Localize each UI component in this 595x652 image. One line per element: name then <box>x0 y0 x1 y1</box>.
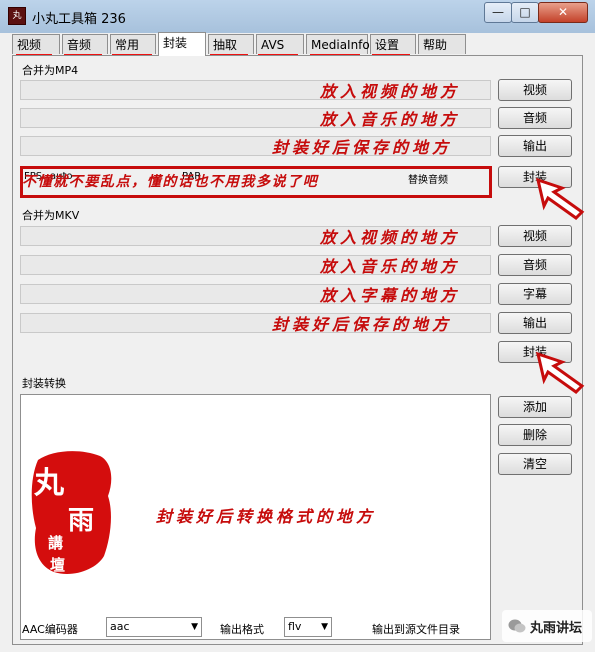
mkv-group-label: 合并为MKV <box>22 209 80 222</box>
mp4-group-label: 合并为MP4 <box>22 64 79 77</box>
arrow-icon <box>535 177 585 220</box>
tab-settings[interactable]: 设置 <box>370 34 416 54</box>
aac-encoder-value: aac <box>110 620 130 633</box>
output-format-value: flv <box>288 620 302 633</box>
mkv-video-button[interactable]: 视频 <box>498 225 572 247</box>
add-button[interactable]: 添加 <box>498 396 572 418</box>
delete-button[interactable]: 删除 <box>498 424 572 446</box>
app-window: 丸 小丸工具箱 236 — □ ✕ 视频 音频 常用 封装 抽取 AVS Med… <box>0 0 595 652</box>
seal-char: 丸 <box>34 466 64 501</box>
mkv-audio-button[interactable]: 音频 <box>498 254 572 276</box>
arrow-icon <box>535 351 585 394</box>
mkv-output-hint: 封装好后保存的地方 <box>272 315 453 334</box>
tab-extract[interactable]: 抽取 <box>208 34 254 54</box>
chevron-down-icon: ▼ <box>321 622 328 632</box>
mkv-output-button[interactable]: 输出 <box>498 312 572 334</box>
seal-char: 壇 <box>50 556 66 574</box>
tab-common[interactable]: 常用 <box>110 34 156 54</box>
mp4-video-hint: 放入视频的地方 <box>320 82 461 101</box>
tab-audio[interactable]: 音频 <box>62 34 108 54</box>
convert-hint: 封装好后转换格式的地方 <box>156 507 377 526</box>
mp4-output-hint: 封装好后保存的地方 <box>272 138 453 157</box>
output-format-select[interactable]: flv ▼ <box>284 617 332 637</box>
minimize-button[interactable]: — <box>484 2 512 23</box>
maximize-button[interactable]: □ <box>511 2 539 23</box>
wechat-icon <box>508 619 526 633</box>
mp4-video-button[interactable]: 视频 <box>498 79 572 101</box>
seal-char: 講 <box>48 534 64 552</box>
clear-button[interactable]: 清空 <box>498 453 572 475</box>
mp4-audio-hint: 放入音乐的地方 <box>320 110 461 129</box>
output-format-label: 输出格式 <box>220 623 264 636</box>
aac-encoder-select[interactable]: aac ▼ <box>106 617 202 637</box>
seal-char: 雨 <box>68 506 95 536</box>
watermark: 丸雨讲坛 <box>502 610 592 642</box>
chevron-down-icon: ▼ <box>191 622 198 632</box>
mkv-subtitle-button[interactable]: 字幕 <box>498 283 572 305</box>
close-button[interactable]: ✕ <box>538 2 588 23</box>
mp4-audio-button[interactable]: 音频 <box>498 107 572 129</box>
app-icon: 丸 <box>8 7 26 25</box>
warning-text: 不懂就不要乱点，懂的话也不用我多说了吧 <box>22 174 319 190</box>
title-bar[interactable]: 丸 小丸工具箱 236 — □ ✕ <box>0 0 595 33</box>
tab-avs[interactable]: AVS <box>256 34 304 54</box>
convert-group-label: 封装转换 <box>22 377 66 390</box>
output-to-source-checkbox[interactable]: 输出到源文件目录 <box>372 621 460 637</box>
mkv-audio-hint: 放入音乐的地方 <box>320 257 461 276</box>
watermark-text: 丸雨讲坛 <box>530 621 583 636</box>
mp4-output-button[interactable]: 输出 <box>498 135 572 157</box>
mkv-video-hint: 放入视频的地方 <box>320 228 461 247</box>
tab-video[interactable]: 视频 <box>12 34 60 54</box>
mkv-subtitle-hint: 放入字幕的地方 <box>320 286 461 305</box>
tab-help[interactable]: 帮助 <box>418 34 466 54</box>
tab-mux[interactable]: 封装 <box>158 32 206 56</box>
window-title: 小丸工具箱 236 <box>32 12 126 27</box>
aac-encoder-label: AAC编码器 <box>22 623 78 636</box>
tab-mediainfo[interactable]: MediaInfo <box>306 34 370 54</box>
